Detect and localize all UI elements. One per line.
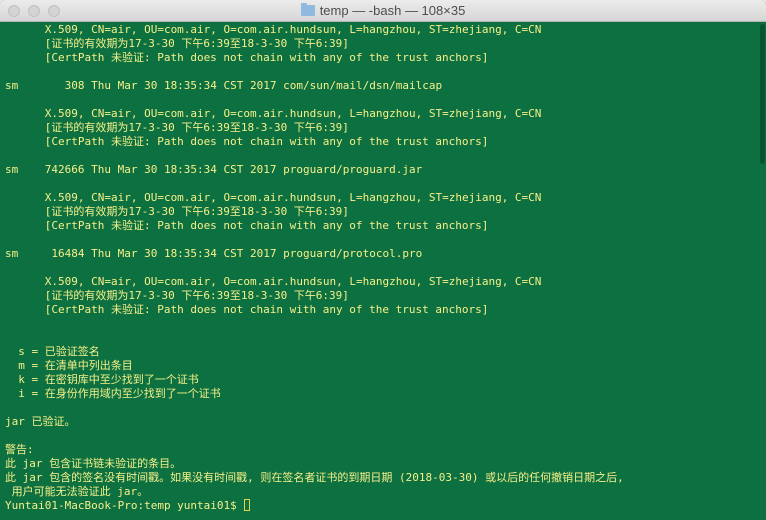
shell-prompt: Yuntai01-MacBook-Pro:temp yuntai01$	[5, 499, 244, 512]
output-line: [CertPath 未验证: Path does not chain with …	[5, 51, 489, 64]
output-line: sm 16484 Thu Mar 30 18:35:34 CST 2017 pr…	[5, 247, 423, 260]
title-bar: temp — -bash — 108×35	[0, 0, 766, 22]
output-line: sm 742666 Thu Mar 30 18:35:34 CST 2017 p…	[5, 163, 423, 176]
scrollbar[interactable]	[760, 24, 765, 164]
text-cursor	[244, 499, 251, 511]
output-line: [CertPath 未验证: Path does not chain with …	[5, 219, 489, 232]
output-line: X.509, CN=air, OU=com.air, O=com.air.hun…	[5, 275, 542, 288]
output-line: [证书的有效期为17-3-30 下午6:39至18-3-30 下午6:39]	[5, 205, 349, 218]
folder-icon	[300, 3, 315, 16]
output-line: 此 jar 包含的签名没有时间戳。如果没有时间戳, 则在签名者证书的到期日期 (…	[5, 471, 624, 484]
output-line: sm 308 Thu Mar 30 18:35:34 CST 2017 com/…	[5, 79, 443, 92]
output-line: k = 在密钥库中至少找到了一个证书	[5, 373, 199, 386]
output-line: 用户可能无法验证此 jar。	[5, 485, 149, 498]
output-line: 此 jar 包含证书链未验证的条目。	[5, 457, 182, 470]
window-title: temp — -bash — 108×35	[319, 3, 466, 18]
output-line: [CertPath 未验证: Path does not chain with …	[5, 303, 489, 316]
shell-prompt-line[interactable]: Yuntai01-MacBook-Pro:temp yuntai01$	[5, 499, 766, 513]
output-line: jar 已验证。	[5, 415, 76, 428]
terminal-window: temp — -bash — 108×35 X.509, CN=air, OU=…	[0, 0, 766, 520]
output-line: i = 在身份作用域内至少找到了一个证书	[5, 387, 221, 400]
output-line: [证书的有效期为17-3-30 下午6:39至18-3-30 下午6:39]	[5, 37, 349, 50]
output-line: [证书的有效期为17-3-30 下午6:39至18-3-30 下午6:39]	[5, 289, 349, 302]
output-line: X.509, CN=air, OU=com.air, O=com.air.hun…	[5, 191, 542, 204]
output-line: 警告:	[5, 443, 34, 456]
output-line: s = 已验证签名	[5, 345, 100, 358]
output-line: [CertPath 未验证: Path does not chain with …	[5, 135, 489, 148]
window-title-area: temp — -bash — 108×35	[0, 0, 766, 22]
output-line: X.509, CN=air, OU=com.air, O=com.air.hun…	[5, 23, 542, 36]
output-line: [证书的有效期为17-3-30 下午6:39至18-3-30 下午6:39]	[5, 121, 349, 134]
terminal-output[interactable]: X.509, CN=air, OU=com.air, O=com.air.hun…	[0, 22, 766, 520]
output-line: X.509, CN=air, OU=com.air, O=com.air.hun…	[5, 107, 542, 120]
output-line: m = 在清单中列出条目	[5, 359, 133, 372]
